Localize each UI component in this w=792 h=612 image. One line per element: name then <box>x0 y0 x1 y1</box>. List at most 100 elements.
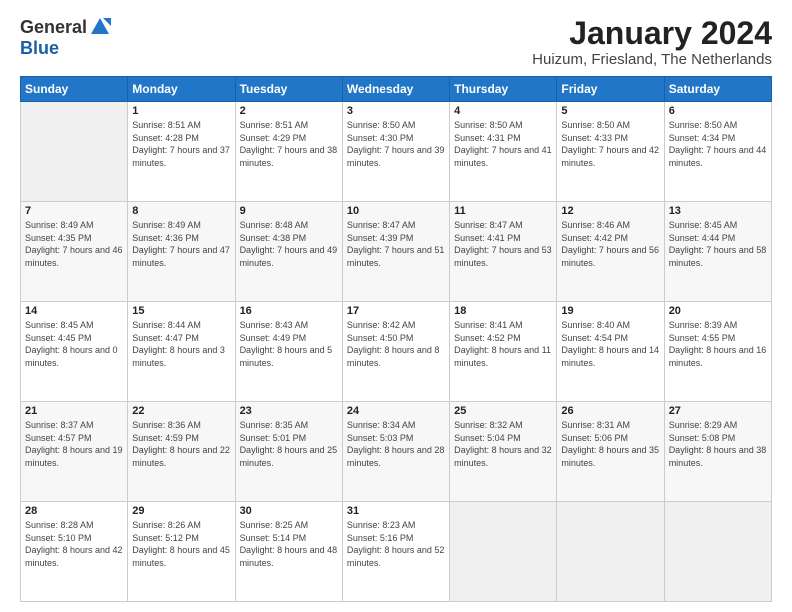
day-number: 27 <box>669 405 767 417</box>
day-number: 22 <box>132 405 230 417</box>
logo: General Blue <box>20 16 111 59</box>
calendar-header-thursday: Thursday <box>450 77 557 102</box>
day-info: Sunrise: 8:47 AMSunset: 4:41 PMDaylight:… <box>454 219 552 269</box>
day-info: Sunrise: 8:42 AMSunset: 4:50 PMDaylight:… <box>347 319 445 369</box>
calendar-cell: 5Sunrise: 8:50 AMSunset: 4:33 PMDaylight… <box>557 102 664 202</box>
day-info: Sunrise: 8:23 AMSunset: 5:16 PMDaylight:… <box>347 519 445 569</box>
day-number: 1 <box>132 105 230 117</box>
day-number: 23 <box>240 405 338 417</box>
calendar-cell <box>557 502 664 602</box>
calendar-cell: 7Sunrise: 8:49 AMSunset: 4:35 PMDaylight… <box>21 202 128 302</box>
day-number: 8 <box>132 205 230 217</box>
logo-general-text: General <box>20 17 87 38</box>
day-number: 30 <box>240 505 338 517</box>
calendar-cell: 30 Sunrise: 8:25 AMSunset: 5:14 PMDayligh… <box>235 502 342 602</box>
calendar-cell: 4Sunrise: 8:50 AMSunset: 4:31 PMDaylight… <box>450 102 557 202</box>
day-number: 13 <box>669 205 767 217</box>
calendar-cell <box>450 502 557 602</box>
day-number: 29 <box>132 505 230 517</box>
calendar-cell: 12 Sunrise: 8:46 AMSunset: 4:42 PMDayligh… <box>557 202 664 302</box>
day-info: Sunrise: 8:26 AMSunset: 5:12 PMDaylight:… <box>132 519 230 569</box>
day-info: Sunrise: 8:36 AMSunset: 4:59 PMDaylight:… <box>132 419 230 469</box>
day-info: Sunrise: 8:29 AMSunset: 5:08 PMDaylight:… <box>669 419 767 469</box>
calendar-cell: 29 Sunrise: 8:26 AMSunset: 5:12 PMDayligh… <box>128 502 235 602</box>
day-info: Sunrise: 8:46 AMSunset: 4:42 PMDaylight:… <box>561 219 659 269</box>
day-number: 31 <box>347 505 445 517</box>
calendar-header-monday: Monday <box>128 77 235 102</box>
day-info: Sunrise: 8:50 AMSunset: 4:30 PMDaylight:… <box>347 119 445 169</box>
calendar-cell: 24 Sunrise: 8:34 AMSunset: 5:03 PMDayligh… <box>342 402 449 502</box>
day-info: Sunrise: 8:37 AMSunset: 4:57 PMDaylight:… <box>25 419 123 469</box>
calendar-cell: 31 Sunrise: 8:23 AMSunset: 5:16 PMDayligh… <box>342 502 449 602</box>
day-number: 28 <box>25 505 123 517</box>
day-info: Sunrise: 8:32 AMSunset: 5:04 PMDaylight:… <box>454 419 552 469</box>
page: General Blue January 2024 Huizum, Friesl… <box>0 0 792 612</box>
day-number: 25 <box>454 405 552 417</box>
day-number: 14 <box>25 305 123 317</box>
day-info: Sunrise: 8:50 AMSunset: 4:34 PMDaylight:… <box>669 119 767 169</box>
day-number: 9 <box>240 205 338 217</box>
day-number: 12 <box>561 205 659 217</box>
title-block: January 2024 Huizum, Friesland, The Neth… <box>532 16 772 68</box>
day-info: Sunrise: 8:51 AMSunset: 4:29 PMDaylight:… <box>240 119 338 169</box>
calendar-cell: 15Sunrise: 8:44 AMSunset: 4:47 PMDayligh… <box>128 302 235 402</box>
day-number: 2 <box>240 105 338 117</box>
day-number: 19 <box>561 305 659 317</box>
calendar-table: SundayMondayTuesdayWednesdayThursdayFrid… <box>20 76 772 602</box>
day-info: Sunrise: 8:47 AMSunset: 4:39 PMDaylight:… <box>347 219 445 269</box>
day-number: 3 <box>347 105 445 117</box>
day-number: 24 <box>347 405 445 417</box>
day-info: Sunrise: 8:28 AMSunset: 5:10 PMDaylight:… <box>25 519 123 569</box>
day-info: Sunrise: 8:39 AMSunset: 4:55 PMDaylight:… <box>669 319 767 369</box>
calendar-week-row: 28 Sunrise: 8:28 AMSunset: 5:10 PMDayligh… <box>21 502 772 602</box>
calendar-cell: 23 Sunrise: 8:35 AMSunset: 5:01 PMDayligh… <box>235 402 342 502</box>
day-number: 6 <box>669 105 767 117</box>
day-number: 16 <box>240 305 338 317</box>
day-info: Sunrise: 8:50 AMSunset: 4:31 PMDaylight:… <box>454 119 552 169</box>
calendar-header-row: SundayMondayTuesdayWednesdayThursdayFrid… <box>21 77 772 102</box>
day-info: Sunrise: 8:34 AMSunset: 5:03 PMDaylight:… <box>347 419 445 469</box>
calendar-cell: 17 Sunrise: 8:42 AMSunset: 4:50 PMDayligh… <box>342 302 449 402</box>
calendar-cell: 11 Sunrise: 8:47 AMSunset: 4:41 PMDayligh… <box>450 202 557 302</box>
calendar-cell: 25 Sunrise: 8:32 AMSunset: 5:04 PMDayligh… <box>450 402 557 502</box>
calendar-cell: 18 Sunrise: 8:41 AMSunset: 4:52 PMDayligh… <box>450 302 557 402</box>
day-number: 15 <box>132 305 230 317</box>
calendar-week-row: 7Sunrise: 8:49 AMSunset: 4:35 PMDaylight… <box>21 202 772 302</box>
day-number: 20 <box>669 305 767 317</box>
day-info: Sunrise: 8:45 AMSunset: 4:45 PMDaylight:… <box>25 319 123 369</box>
calendar-cell <box>664 502 771 602</box>
day-number: 18 <box>454 305 552 317</box>
day-info: Sunrise: 8:45 AMSunset: 4:44 PMDaylight:… <box>669 219 767 269</box>
calendar-cell: 14 Sunrise: 8:45 AMSunset: 4:45 PMDayligh… <box>21 302 128 402</box>
day-info: Sunrise: 8:49 AMSunset: 4:35 PMDaylight:… <box>25 219 123 269</box>
day-number: 21 <box>25 405 123 417</box>
calendar-cell: 16Sunrise: 8:43 AMSunset: 4:49 PMDayligh… <box>235 302 342 402</box>
calendar-body: 1 Sunrise: 8:51 AMSunset: 4:28 PMDaylight… <box>21 102 772 602</box>
day-info: Sunrise: 8:31 AMSunset: 5:06 PMDaylight:… <box>561 419 659 469</box>
calendar-cell: 26Sunrise: 8:31 AMSunset: 5:06 PMDayligh… <box>557 402 664 502</box>
day-info: Sunrise: 8:25 AMSunset: 5:14 PMDaylight:… <box>240 519 338 569</box>
calendar-header-saturday: Saturday <box>664 77 771 102</box>
calendar-cell <box>21 102 128 202</box>
header: General Blue January 2024 Huizum, Friesl… <box>20 16 772 68</box>
calendar-cell: 9 Sunrise: 8:48 AMSunset: 4:38 PMDaylight… <box>235 202 342 302</box>
day-info: Sunrise: 8:41 AMSunset: 4:52 PMDaylight:… <box>454 319 552 369</box>
calendar-cell: 13 Sunrise: 8:45 AMSunset: 4:44 PMDayligh… <box>664 202 771 302</box>
calendar-cell: 27 Sunrise: 8:29 AMSunset: 5:08 PMDayligh… <box>664 402 771 502</box>
day-number: 5 <box>561 105 659 117</box>
day-number: 17 <box>347 305 445 317</box>
day-info: Sunrise: 8:51 AMSunset: 4:28 PMDaylight:… <box>132 119 230 169</box>
calendar-cell: 1 Sunrise: 8:51 AMSunset: 4:28 PMDaylight… <box>128 102 235 202</box>
calendar-cell: 3 Sunrise: 8:50 AMSunset: 4:30 PMDaylight… <box>342 102 449 202</box>
day-info: Sunrise: 8:35 AMSunset: 5:01 PMDaylight:… <box>240 419 338 469</box>
day-info: Sunrise: 8:48 AMSunset: 4:38 PMDaylight:… <box>240 219 338 269</box>
calendar-header-wednesday: Wednesday <box>342 77 449 102</box>
calendar-cell: 21 Sunrise: 8:37 AMSunset: 4:57 PMDayligh… <box>21 402 128 502</box>
calendar-header-sunday: Sunday <box>21 77 128 102</box>
calendar-week-row: 21 Sunrise: 8:37 AMSunset: 4:57 PMDayligh… <box>21 402 772 502</box>
calendar-week-row: 1 Sunrise: 8:51 AMSunset: 4:28 PMDaylight… <box>21 102 772 202</box>
day-number: 11 <box>454 205 552 217</box>
calendar-cell: 8Sunrise: 8:49 AMSunset: 4:36 PMDaylight… <box>128 202 235 302</box>
month-title: January 2024 <box>532 16 772 51</box>
location-title: Huizum, Friesland, The Netherlands <box>532 51 772 68</box>
